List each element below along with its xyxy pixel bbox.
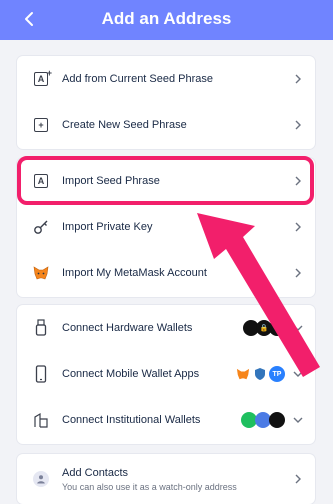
seed-phrase-card: A + Add from Current Seed Phrase + Create… — [17, 56, 315, 149]
connect-mobile-wallet-apps-row[interactable]: Connect Mobile Wallet Apps TP — [17, 351, 315, 397]
connect-card: Connect Hardware Wallets 🔒 Connect Mobil… — [17, 305, 315, 444]
row-label: Connect Institutional Wallets — [62, 414, 201, 426]
chevron-down-icon — [293, 415, 303, 425]
chevron-down-icon — [293, 369, 303, 379]
row-label: Import My MetaMask Account — [62, 267, 207, 279]
add-contacts-sublabel: You can also use it as a watch-only addr… — [62, 482, 237, 492]
row-label: Add Contacts — [62, 467, 129, 479]
chevron-right-icon — [293, 222, 303, 232]
row-label: Connect Mobile Wallet Apps — [62, 368, 200, 380]
institution-building-icon — [32, 411, 50, 429]
plus-box-icon: + — [32, 116, 50, 134]
create-new-seed-phrase-row[interactable]: + Create New Seed Phrase — [17, 102, 315, 148]
add-contacts-row[interactable]: Add Contacts — [17, 454, 315, 504]
chevron-right-icon — [293, 120, 303, 130]
shield-logo-icon — [253, 366, 267, 382]
connect-institutional-wallets-row[interactable]: Connect Institutional Wallets — [17, 397, 315, 443]
mobile-wallet-logos: TP — [235, 366, 285, 382]
highlight-box — [17, 156, 314, 205]
page-title: Add an Address — [101, 9, 232, 28]
onekey-logo-icon — [269, 320, 285, 336]
row-label: Import Private Key — [62, 221, 153, 233]
chevron-right-icon — [293, 268, 303, 278]
import-private-key-row[interactable]: Import Private Key — [17, 204, 315, 250]
row-label: Connect Hardware Wallets — [62, 322, 193, 334]
contact-person-icon — [32, 470, 50, 488]
key-icon — [32, 218, 50, 236]
metamask-logo-icon — [235, 366, 251, 382]
tokenpocket-logo-icon: TP — [269, 366, 285, 382]
import-metamask-row[interactable]: Import My MetaMask Account — [17, 250, 315, 296]
metamask-fox-icon — [32, 264, 50, 282]
row-label: Create New Seed Phrase — [62, 119, 187, 131]
mobile-phone-icon — [32, 365, 50, 383]
row-label: Add from Current Seed Phrase — [62, 73, 214, 85]
institutional-wallet-logos — [241, 412, 285, 428]
contacts-card[interactable]: Add Contacts — [17, 454, 315, 504]
header-bar: Add an Address — [0, 0, 333, 40]
chevron-right-icon — [293, 474, 303, 484]
add-from-current-seed-phrase-row[interactable]: A + Add from Current Seed Phrase — [17, 56, 315, 102]
connect-hardware-wallets-row[interactable]: Connect Hardware Wallets 🔒 — [17, 305, 315, 351]
chevron-right-icon — [293, 74, 303, 84]
chevron-down-icon — [293, 323, 303, 333]
usb-icon — [32, 319, 50, 337]
hardware-wallet-logos: 🔒 — [243, 320, 285, 336]
dark-logo-icon — [269, 412, 285, 428]
seed-add-icon: A + — [32, 68, 52, 88]
